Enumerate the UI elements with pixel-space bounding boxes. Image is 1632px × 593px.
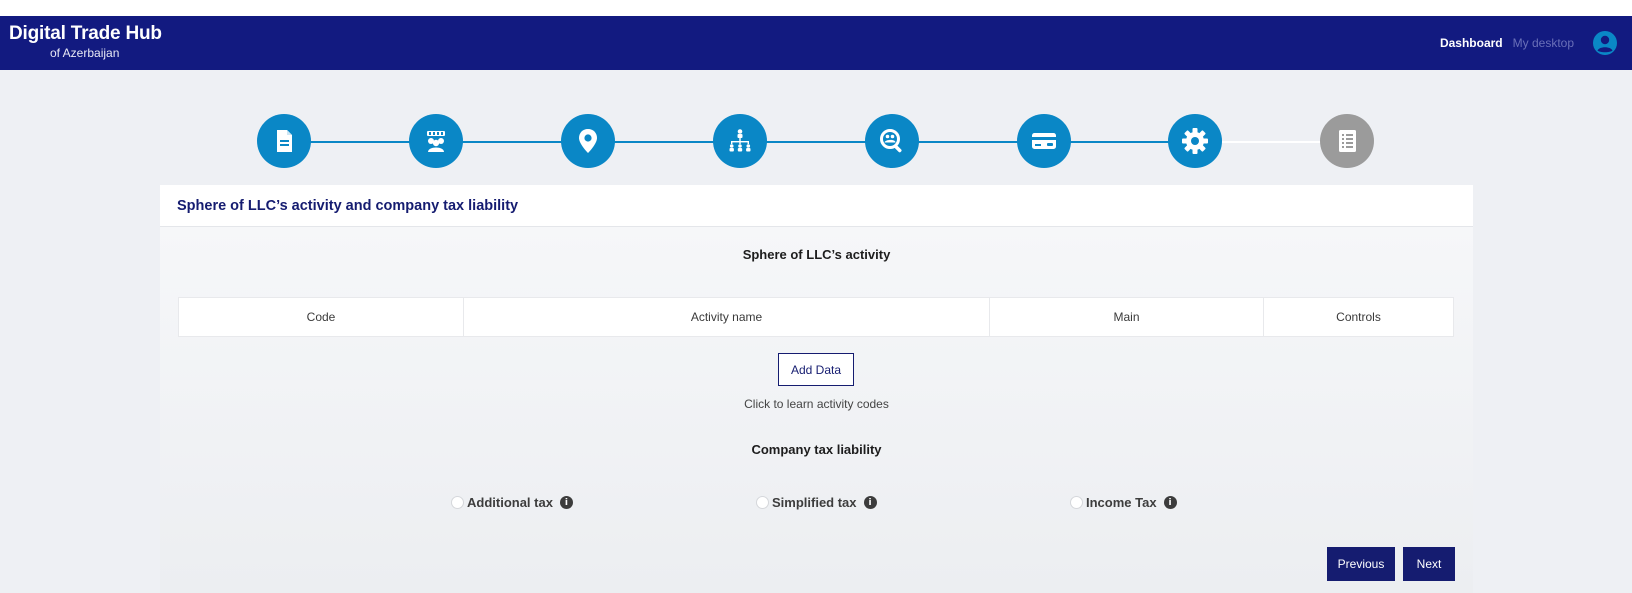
- column-header-controls: Controls: [1336, 310, 1381, 324]
- nav-links: Dashboard My desktop: [1440, 16, 1632, 70]
- previous-button[interactable]: Previous: [1327, 547, 1395, 581]
- info-icon[interactable]: i: [1163, 496, 1177, 509]
- activity-table-header: Code Activity name Main Controls: [178, 297, 1454, 337]
- nav-my-desktop-link[interactable]: My desktop: [1513, 36, 1574, 50]
- radio-simplified-tax[interactable]: Simplified tax i: [756, 495, 877, 510]
- step-8-summary[interactable]: [1320, 114, 1374, 168]
- radio-income-tax[interactable]: Income Tax i: [1070, 495, 1177, 510]
- group-people-icon: [427, 131, 445, 152]
- info-icon[interactable]: i: [559, 496, 573, 509]
- step-1-company-info[interactable]: [257, 114, 311, 168]
- learn-activity-codes-link[interactable]: Click to learn activity codes: [160, 397, 1473, 411]
- add-data-button[interactable]: Add Data: [778, 353, 854, 386]
- radio-button[interactable]: [1070, 496, 1083, 509]
- card-header: Sphere of LLC’s activity and company tax…: [160, 185, 1473, 227]
- progress-stepper: [0, 114, 1632, 170]
- user-circle-icon[interactable]: [1592, 30, 1618, 56]
- radio-label: Simplified tax: [772, 495, 857, 510]
- step-6-payment[interactable]: [1017, 114, 1071, 168]
- step-2-founders[interactable]: [409, 114, 463, 168]
- card-title: Sphere of LLC’s activity and company tax…: [177, 197, 519, 214]
- column-header-activity-name: Activity name: [464, 298, 990, 336]
- step-7-activity-tax[interactable]: [1168, 114, 1222, 168]
- step-3-address[interactable]: [561, 114, 615, 168]
- activity-tax-card: Sphere of LLC’s activity and company tax…: [160, 185, 1473, 593]
- gear-icon: [1182, 128, 1208, 154]
- location-pin-icon: [579, 129, 597, 153]
- document-list-icon: [1339, 130, 1356, 152]
- activity-section-title: Sphere of LLC’s activity: [742, 247, 891, 262]
- top-strip: [0, 0, 1632, 16]
- column-header-main: Main: [990, 298, 1264, 336]
- radio-button[interactable]: [451, 496, 464, 509]
- step-4-structure[interactable]: [713, 114, 767, 168]
- radio-button[interactable]: [756, 496, 769, 509]
- top-navbar: Digital Trade Hub of Azerbaijan Dashboar…: [0, 16, 1632, 70]
- step-5-review[interactable]: [865, 114, 919, 168]
- nav-dashboard-link[interactable]: Dashboard: [1440, 36, 1503, 50]
- radio-label: Additional tax: [467, 495, 553, 510]
- org-structure-icon: [729, 129, 751, 152]
- radio-additional-tax[interactable]: Additional tax i: [451, 495, 573, 510]
- credit-card-icon: [1032, 133, 1056, 149]
- info-icon[interactable]: i: [863, 496, 877, 509]
- brand-subtitle: of Azerbaijan: [50, 46, 120, 60]
- next-button[interactable]: Next: [1403, 547, 1455, 581]
- brand-title: Digital Trade Hub: [9, 23, 162, 44]
- radio-label: Income Tax: [1086, 495, 1157, 510]
- tax-section-title: Company tax liability: [751, 442, 882, 457]
- brand-logo[interactable]: Digital Trade Hub of Azerbaijan: [9, 23, 162, 61]
- main-content: Sphere of LLC’s activity and company tax…: [0, 70, 1632, 593]
- document-icon: [277, 130, 292, 152]
- search-people-icon: [880, 129, 902, 153]
- column-header-code: Code: [179, 298, 464, 336]
